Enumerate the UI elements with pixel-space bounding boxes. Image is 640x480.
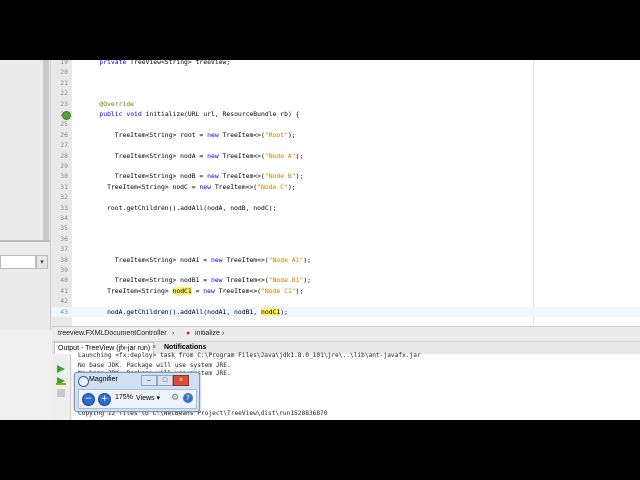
code-line[interactable]: 34 [52, 213, 640, 223]
code-line[interactable]: 23 @Override [52, 99, 640, 109]
maximize-icon[interactable]: □ [157, 375, 173, 386]
code-text: TreeItem<String> root = new TreeItem<>("… [84, 130, 296, 139]
code-text: public void initialize(URL url, Resource… [99, 110, 300, 118]
gutter-markers [52, 60, 72, 326]
code-line[interactable]: 35 [52, 223, 640, 233]
code-line[interactable]: 19 private TreeView<String> treeView; [52, 60, 640, 67]
magnifier-icon [78, 376, 89, 387]
code-line[interactable]: 26 TreeItem<String> root = new TreeItem<… [52, 130, 640, 140]
window-controls: – □ × [141, 375, 191, 386]
zoom-out-icon[interactable]: − [82, 393, 95, 406]
code-line[interactable]: 32 [52, 192, 640, 202]
output-toolbar [52, 354, 71, 420]
breadcrumb-class[interactable]: treeview.FXMLDocumentController [58, 327, 167, 341]
code-line[interactable]: 36 [52, 234, 640, 244]
code-text: @Override [99, 99, 135, 108]
zoom-in-icon[interactable]: + [98, 393, 111, 406]
code-line[interactable]: 22 [52, 88, 640, 98]
projects-scrollbar[interactable] [43, 60, 49, 240]
gear-icon[interactable]: ⚙ [170, 393, 180, 403]
code-line[interactable]: 24 public void initialize(URL url, Resou… [52, 109, 640, 119]
code-line[interactable]: 40 TreeItem<String> nodB1 = new TreeItem… [52, 275, 640, 285]
code-text: TreeItem<String> nodA1 = new TreeItem<>(… [84, 255, 312, 264]
panel-divider[interactable] [0, 240, 50, 242]
minimize-icon[interactable]: – [141, 375, 157, 386]
code-text: TreeItem<String> nodC = new TreeItem<>("… [84, 182, 296, 191]
navigator-filter-field[interactable] [0, 255, 36, 269]
code-text: TreeItem<String> nodC1 = new TreeItem<>(… [84, 286, 304, 295]
stop-icon[interactable] [56, 382, 66, 397]
code-line[interactable]: 43 nodA.getChildren().addAll(nodA1, nodB… [52, 306, 640, 317]
navigator-filter-button[interactable]: ▾ [36, 255, 48, 269]
letterbox-top [0, 0, 640, 60]
code-text: root.getChildren().addAll(nodA, nodB, no… [84, 203, 277, 212]
breadcrumb-separator-icon: › [172, 330, 175, 337]
code-line[interactable]: 41 TreeItem<String> nodC1 = new TreeItem… [52, 286, 640, 296]
code-text: TreeItem<String> nodB1 = new TreeItem<>(… [84, 276, 312, 285]
code-line[interactable]: 38 TreeItem<String> nodA1 = new TreeItem… [52, 255, 640, 265]
code-line[interactable]: 37 [52, 244, 640, 254]
letterbox-bottom [0, 420, 640, 480]
code-line[interactable]: 25 [52, 119, 640, 129]
code-line[interactable]: 42 [52, 296, 640, 306]
code-text: TreeItem<String> nodA = new TreeItem<>("… [84, 151, 304, 160]
views-menu[interactable]: Views ▾ [136, 394, 160, 402]
help-icon[interactable]: ? [183, 393, 193, 403]
code-text: TreeItem<String> nodB = new TreeItem<>("… [84, 172, 304, 181]
code-line[interactable]: 28 TreeItem<String> nodA = new TreeItem<… [52, 151, 640, 161]
code-line[interactable]: 30 TreeItem<String> nodB = new TreeItem<… [52, 171, 640, 181]
breadcrumb-end-icon: › [222, 330, 225, 337]
magnifier-toolbar: − + 175% Views ▾ ⚙ ? [78, 389, 197, 409]
code-text: nodA.getChildren().addAll(nodA1, nodB1, … [84, 307, 288, 316]
breadcrumb-method[interactable]: initialize [195, 327, 220, 341]
override-marker-icon[interactable] [62, 111, 71, 120]
code-line[interactable]: 39 [52, 265, 640, 275]
code-line[interactable]: 29 [52, 161, 640, 171]
output-line: Launching <fx:deploy> task from C:\Progr… [78, 352, 421, 359]
rerun-with-options-icon[interactable] [56, 370, 66, 385]
magnifier-title: Magnifier [89, 376, 118, 383]
output-line: No base JDK. Package will use system JRE… [78, 362, 231, 369]
netbeans-window: ▾ 19 private TreeView<String> treeView; 2… [0, 60, 640, 420]
code-line[interactable]: 20 [52, 67, 640, 77]
code-line[interactable]: 33 root.getChildren().addAll(nodA, nodB,… [52, 203, 640, 213]
method-icon: ● [186, 330, 191, 337]
code-line[interactable]: 31 TreeItem<String> nodC = new TreeItem<… [52, 182, 640, 192]
rerun-icon[interactable] [56, 358, 66, 373]
projects-panel: ▾ [0, 60, 51, 330]
zoom-level: 175% [115, 394, 133, 401]
code-line[interactable]: 21 [52, 78, 640, 88]
magnifier-window[interactable]: Magnifier – □ × − + 175% Views ▾ ⚙ ? [74, 372, 200, 412]
code-line[interactable]: 27 [52, 140, 640, 150]
breadcrumb: treeview.FXMLDocumentController › ● init… [52, 326, 640, 342]
code-text: private TreeView<String> treeView; [99, 60, 231, 66]
close-window-icon[interactable]: × [173, 375, 189, 386]
views-label: Views [136, 395, 155, 402]
